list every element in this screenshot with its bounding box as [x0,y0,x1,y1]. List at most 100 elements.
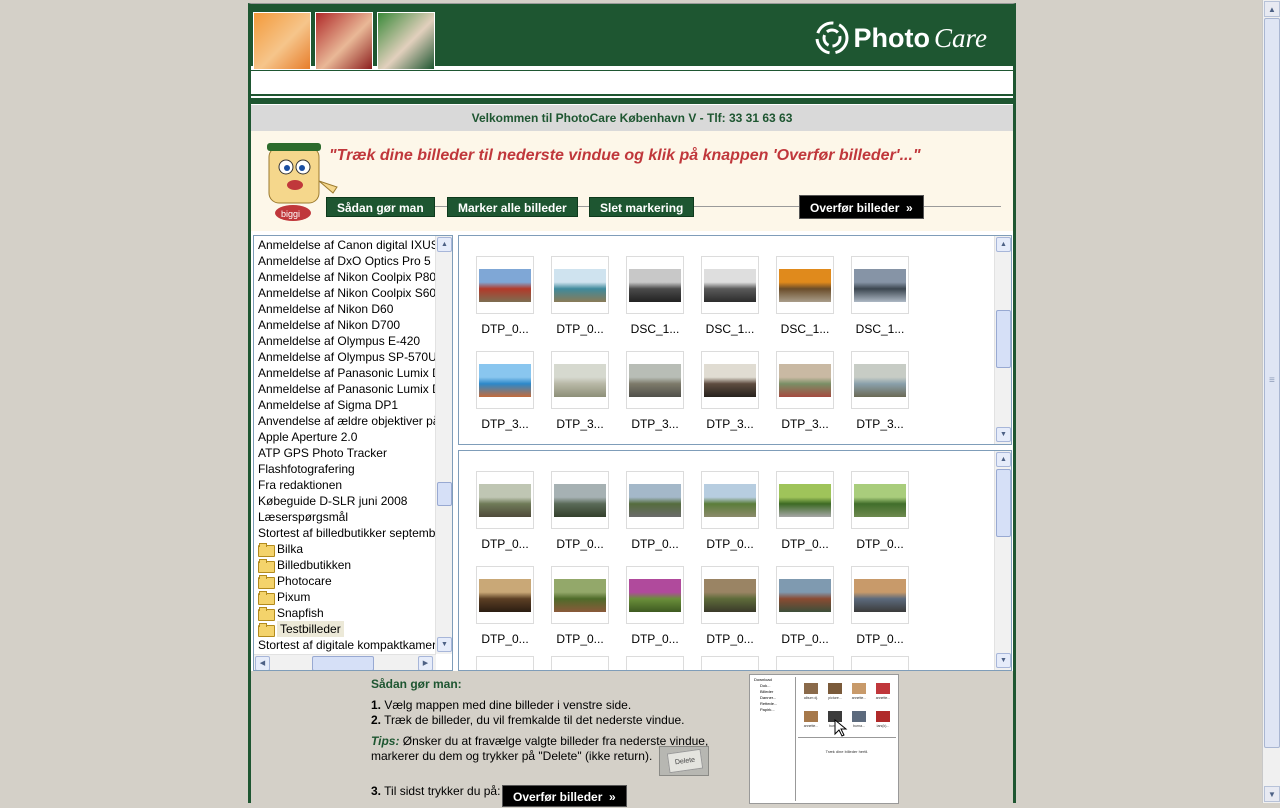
folder-tree-item[interactable]: Anmeldelse af Nikon Coolpix P80 [254,269,436,285]
folder-tree-item[interactable]: Købeguide D-SLR juni 2008 [254,493,436,509]
source-vscroll[interactable]: ▲ ▼ [994,236,1011,444]
thumbnail-frame [776,256,834,314]
folder-tree-folder[interactable]: Snapfish [254,605,436,621]
thumbnail-frame [851,351,909,409]
tree-scroll-thumb[interactable] [437,482,452,506]
folder-tree-folder[interactable]: Photocare [254,573,436,589]
folder-tree-folder[interactable]: Testbilleder [254,621,436,637]
how-to-button[interactable]: Sådan gør man [326,197,435,217]
clear-selection-button[interactable]: Slet markering [589,197,695,217]
folder-tree-item[interactable]: Anmeldelse af Olympus E-420 [254,333,436,349]
image-thumbnail[interactable]: DTP_0... [617,471,693,551]
folder-tree-item[interactable]: Fra redaktionen [254,477,436,493]
folder-tree[interactable]: Anmeldelse af Canon digital IXUS 970 Anme… [253,235,453,671]
image-thumbnail[interactable]: DTP_0... [692,471,768,551]
tree-hscroll[interactable]: ◀ ▶ [254,654,436,670]
instructions-text: Sådan gør man: 1. Vælg mappen med dine b… [371,677,751,799]
folder-tree-item[interactable]: ATP GPS Photo Tracker [254,445,436,461]
folder-tree-item[interactable]: Flashfotografering [254,461,436,477]
page-scrollbar[interactable]: ▲ ▼ [1262,0,1280,803]
example-thumb-image [804,711,818,722]
image-thumbnail[interactable]: DTP_0... [767,566,843,646]
scroll-down-icon[interactable]: ▼ [437,637,452,652]
delete-key-label: Delete [666,748,704,774]
image-thumbnail[interactable]: DTP_0... [542,566,618,646]
folder-tree-label: Anmeldelse af Panasonic Lumix DMC [258,366,436,380]
divider [251,70,1013,71]
image-thumbnail[interactable]: DTP_0... [467,471,543,551]
image-thumbnail[interactable]: DTP_0... [542,256,618,336]
folder-tree-item[interactable]: Anmeldelse af Nikon D60 [254,301,436,317]
thumbnail-image [629,578,681,612]
image-thumbnail[interactable]: DTP_3... [842,351,918,431]
image-thumbnail[interactable]: DTP_3... [467,351,543,431]
scroll-left-icon[interactable]: ◀ [255,656,270,670]
image-thumbnail[interactable]: DTP_0... [467,256,543,336]
folder-tree-item[interactable]: Læserspørgsmål [254,509,436,525]
image-thumbnail[interactable]: DTP_0... [842,566,918,646]
folder-tree-item[interactable]: Anmeldelse af Panasonic Lumix DMC [254,381,436,397]
folder-tree-item[interactable]: Anmeldelse af Nikon Coolpix S600 [254,285,436,301]
image-thumbnail[interactable]: DSC_1... [692,256,768,336]
source-image-pane[interactable]: ▲ ▼ DTP_0... DTP_0... DSC_1... DSC_1... DSC_… [458,235,1012,445]
scroll-down-icon[interactable]: ▼ [996,653,1011,668]
thumbnail-caption: DTP_0... [481,632,529,646]
scroll-up-icon[interactable]: ▲ [1264,1,1280,17]
thumbnail-frame [851,566,909,624]
image-thumbnail[interactable]: DTP_3... [617,351,693,431]
folder-tree-item[interactable]: Stortest af digitale kompaktkameraer m [254,637,436,653]
scroll-down-icon[interactable]: ▼ [1264,786,1280,802]
folder-tree-item[interactable]: Anmeldelse af DxO Optics Pro 5 [254,253,436,269]
target-scroll-thumb[interactable] [996,469,1011,537]
folder-tree-item[interactable]: Stortest af billedbutikker september 20 [254,525,436,541]
image-thumbnail[interactable]: DSC_1... [842,256,918,336]
folder-icon [258,591,275,605]
scroll-up-icon[interactable]: ▲ [996,237,1011,252]
scroll-down-icon[interactable]: ▼ [996,427,1011,442]
image-thumbnail[interactable]: DTP_3... [692,351,768,431]
transfer-images-button[interactable]: Overfør billeder » [799,195,924,219]
image-thumbnail[interactable]: DTP_0... [542,471,618,551]
scroll-up-icon[interactable]: ▲ [437,237,452,252]
image-thumbnail[interactable]: DTP_0... [767,471,843,551]
folder-tree-folder[interactable]: Bilka [254,541,436,557]
folder-tree-item[interactable]: Anmeldelse af Canon digital IXUS 970 [254,237,436,253]
tree-hscroll-thumb[interactable] [312,656,374,670]
folder-tree-folder[interactable]: Pixum [254,589,436,605]
source-scroll-thumb[interactable] [996,310,1011,368]
folder-tree-item[interactable]: Anmeldelse af Nikon D700 [254,317,436,333]
tips-text: Ønsker du at fravælge valgte billeder fr… [371,734,709,763]
scroll-up-icon[interactable]: ▲ [996,452,1011,467]
folder-tree-item[interactable]: Anmeldelse af Sigma DP1 [254,397,436,413]
thumbnail-image [779,578,831,612]
select-all-button[interactable]: Marker alle billeder [447,197,578,217]
thumbnail-caption: DTP_0... [481,322,529,336]
example-drop-text: Træk dine billeder hertil. [825,749,869,754]
image-thumbnail[interactable]: DTP_3... [542,351,618,431]
image-thumbnail[interactable]: DTP_0... [692,566,768,646]
folder-tree-label: Anmeldelse af DxO Optics Pro 5 [258,254,431,268]
image-thumbnail[interactable]: DSC_1... [767,256,843,336]
scroll-right-icon[interactable]: ▶ [418,656,433,670]
folder-tree-item[interactable]: Anmeldelse af Olympus SP-570UZ [254,349,436,365]
image-thumbnail[interactable]: DTP_0... [467,566,543,646]
image-thumbnail[interactable]: DSC_1... [617,256,693,336]
page-scroll-thumb[interactable] [1264,18,1280,748]
folder-tree-label: ATP GPS Photo Tracker [258,446,387,460]
delete-key-image: Delete [659,746,709,776]
tree-vscroll[interactable]: ▲ ▼ [435,236,452,654]
image-thumbnail[interactable]: DTP_0... [617,566,693,646]
folder-tree-item[interactable]: Anvendelse af ældre objektiver på nye [254,413,436,429]
folder-tree-item[interactable]: Anmeldelse af Panasonic Lumix DMC [254,365,436,381]
folder-tree-item[interactable]: Apple Aperture 2.0 [254,429,436,445]
target-image-pane[interactable]: ▲ ▼ DTP_0... DTP_0... DTP_0... DTP_0... DTP_… [458,450,1012,671]
image-thumbnail[interactable]: DTP_3... [767,351,843,431]
example-thumb-caption: annette... [851,696,867,700]
transfer-images-button-bottom[interactable]: Overfør billeder » [502,785,627,807]
thumbnail-image [479,268,531,302]
target-vscroll[interactable]: ▲ ▼ [994,451,1011,670]
image-thumbnail[interactable]: DTP_0... [842,471,918,551]
photocare-logo[interactable]: Photo Care [814,20,987,56]
thumbnail-frame [476,656,534,670]
folder-tree-folder[interactable]: Billedbutikken [254,557,436,573]
